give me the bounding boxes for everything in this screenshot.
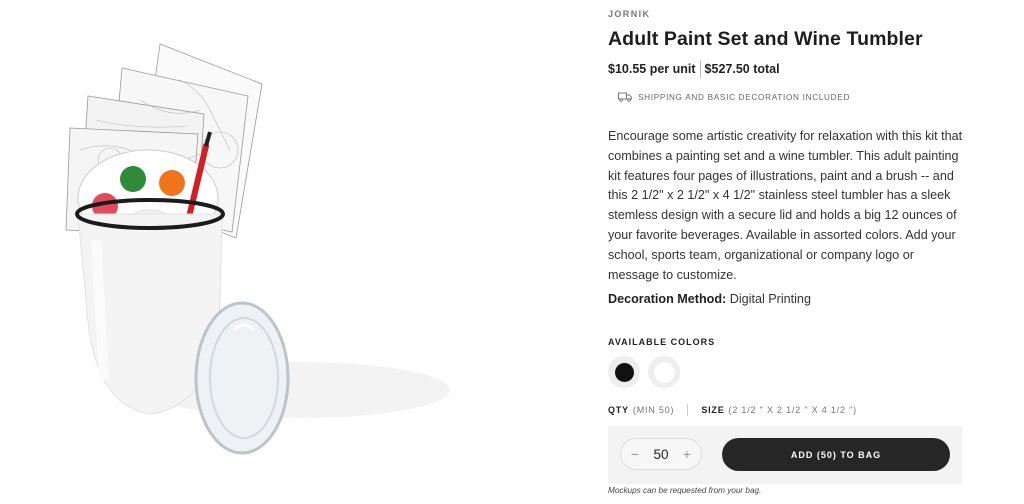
quantity-value[interactable]: 50	[653, 447, 668, 462]
decoration-value: Digital Printing	[729, 292, 811, 306]
price-divider	[699, 60, 701, 78]
size-value: (2 1/2 " X 2 1/2 " X 4 1/2 ")	[728, 405, 857, 415]
qty-label: QTY	[608, 405, 629, 415]
quantity-stepper[interactable]: − 50 +	[620, 438, 702, 470]
qty-min: (MIN 50)	[632, 405, 675, 415]
add-to-bag-bar: − 50 + ADD (50) TO BAG	[608, 426, 962, 484]
color-swatch-black[interactable]	[608, 356, 640, 388]
unit-price: $10.55 per unit	[608, 62, 696, 76]
brand-name[interactable]: JORNIK	[608, 9, 650, 19]
product-illustration	[65, 43, 450, 455]
decoration-method: Decoration Method: Digital Printing	[608, 292, 811, 306]
truck-icon	[618, 92, 632, 102]
product-description: Encourage some artistic creativity for r…	[608, 129, 963, 282]
shipping-note: SHIPPING AND BASIC DECORATION INCLUDED	[618, 92, 850, 102]
decrease-quantity-button[interactable]: −	[629, 446, 641, 462]
product-image	[0, 0, 560, 504]
options-row: QTY (MIN 50) SIZE (2 1/2 " X 2 1/2 " X 4…	[608, 404, 857, 416]
increase-quantity-button[interactable]: +	[681, 446, 693, 462]
shipping-text: SHIPPING AND BASIC DECORATION INCLUDED	[638, 92, 851, 102]
color-dot-black	[614, 362, 634, 382]
tumbler-lid	[194, 301, 290, 455]
size-label: SIZE	[701, 405, 725, 415]
add-to-bag-button[interactable]: ADD (50) TO BAG	[722, 438, 950, 471]
color-dot-white	[653, 361, 675, 383]
total-price: $527.50 total	[704, 62, 780, 76]
mockup-note: Mockups can be requested from your bag.	[608, 486, 762, 495]
color-swatch-white[interactable]	[648, 356, 680, 388]
product-title: Adult Paint Set and Wine Tumbler	[608, 28, 923, 50]
available-colors-label: AVAILABLE COLORS	[608, 337, 716, 347]
decoration-label: Decoration Method:	[608, 292, 727, 306]
price-row: $10.55 per unit $527.50 total	[608, 60, 780, 78]
options-divider	[687, 404, 689, 416]
